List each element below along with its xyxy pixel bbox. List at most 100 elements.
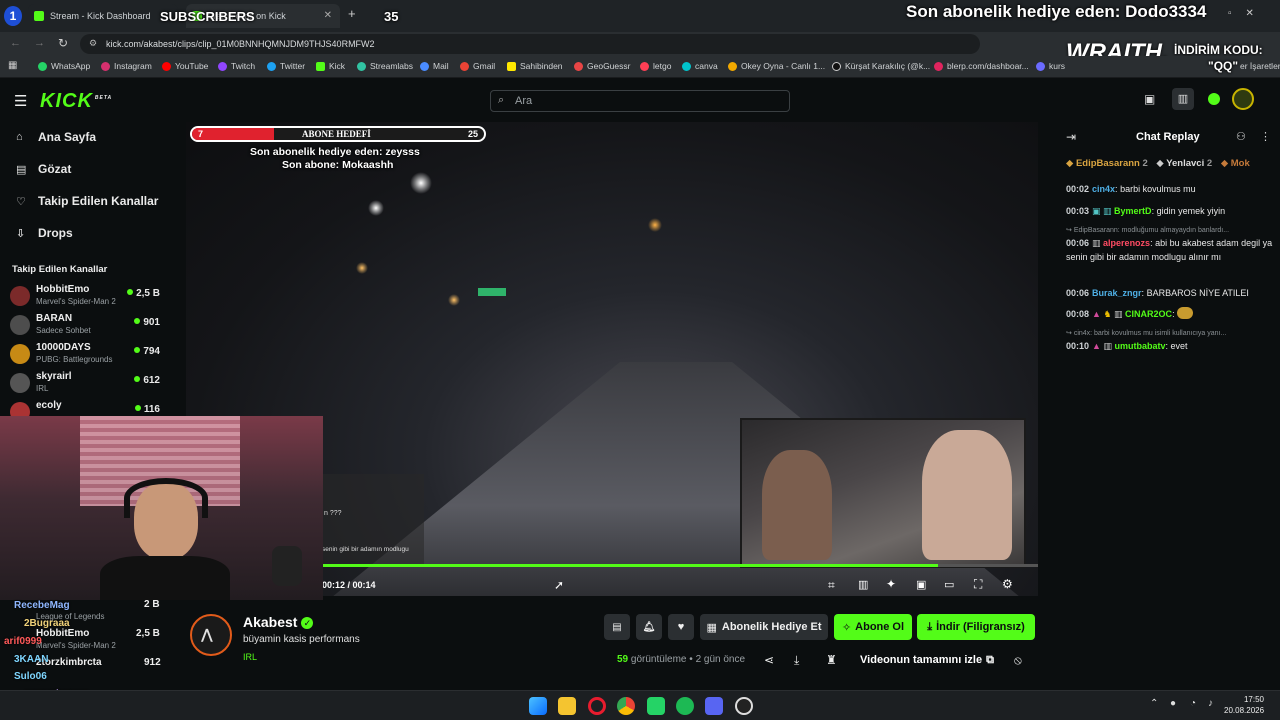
kick-logo[interactable]: KICK BETA — [40, 90, 112, 113]
followed-channel[interactable]: BARAN Sadece Sohbet 901 — [10, 311, 160, 339]
bookmark-canva[interactable]: canva — [682, 61, 718, 71]
bookmark-youtube[interactable]: YouTube — [162, 61, 208, 71]
spotify-icon[interactable] — [676, 697, 694, 715]
pip-icon[interactable]: ▣ — [916, 578, 926, 591]
channel-avatar[interactable]: ⋀ — [190, 614, 232, 656]
bookmark-letgo[interactable]: letgo — [640, 61, 671, 71]
sparkle-icon[interactable]: ✦ — [886, 577, 896, 591]
video-progress-track[interactable] — [322, 564, 1038, 567]
followed-channel[interactable]: 10000DAYS PUBG: Battlegrounds 794 — [10, 340, 160, 368]
file-explorer-icon[interactable] — [558, 697, 576, 715]
forward-icon[interactable]: → — [34, 37, 45, 49]
windows-start-icon[interactable] — [529, 697, 547, 715]
more-options-icon[interactable]: ⋮ — [1260, 130, 1271, 143]
bookmark-geoguessr[interactable]: GeoGuessr — [574, 61, 630, 71]
tray-chevron-icon[interactable]: ⌃ — [1150, 698, 1158, 709]
category-link[interactable]: IRL — [243, 652, 257, 662]
browser-tab-bar: 1 Stream - Kick Dashboard Watch clips on… — [0, 0, 1280, 32]
channel-name[interactable]: Akabest ✓ — [243, 614, 314, 630]
gifter-count: 2 — [1142, 158, 1148, 169]
last-gift-small: Son abonelik hediye eden: zeysss — [250, 146, 420, 158]
users-icon[interactable]: ⚇ — [1236, 130, 1246, 143]
save-icon[interactable]: ⤓ — [794, 653, 799, 668]
share-icon[interactable]: ⋖ — [764, 653, 774, 667]
nav-home[interactable]: ⌂ Ana Sayfa — [16, 130, 96, 144]
clip-icon[interactable]: ▣ — [1144, 92, 1155, 106]
collapse-chat-icon[interactable]: ⇥ — [1066, 130, 1076, 144]
subscribe-button[interactable]: ✧ Abone Ol — [834, 614, 912, 640]
opera-icon[interactable] — [588, 697, 606, 715]
microphone-icon[interactable]: ● — [1170, 698, 1176, 709]
search-input[interactable]: ⌕ Ara — [490, 90, 790, 112]
clip-crop-icon[interactable]: ⌗ — [828, 578, 835, 593]
bookmark-twitch[interactable]: Twitch — [218, 61, 255, 71]
bookmark-twitter[interactable]: Twitter — [267, 61, 305, 71]
notification-button[interactable]: 🔔︎ — [636, 614, 662, 640]
bookmark-gmail[interactable]: Gmail — [460, 61, 495, 71]
site-info-icon[interactable]: ⚙ — [89, 38, 97, 49]
street-light — [356, 262, 368, 274]
clip-title: büyamin kasis performans — [243, 634, 360, 645]
volume-icon[interactable]: ♪ — [1208, 698, 1213, 709]
bookmark-streamlabs[interactable]: Streamlabs — [357, 61, 413, 71]
obs-icon[interactable] — [735, 697, 753, 715]
reply-context: ↪ cin4x: barbi kovulmus mu isimli kullan… — [1066, 330, 1227, 337]
follow-button[interactable]: ♥ — [668, 614, 694, 640]
bookmark-other[interactable]: er İşaretleri — [1240, 61, 1280, 71]
dashboard-icon[interactable]: ▥ — [1172, 88, 1194, 110]
discord-icon[interactable] — [705, 697, 723, 715]
followed-channel[interactable]: skyrairl IRL 612 — [10, 369, 160, 397]
sub-goal-title: ABONE HEDEFİ — [302, 129, 371, 139]
fullscreen-icon[interactable]: ⛶ — [974, 577, 982, 592]
window-controls: ▫✕ — [1228, 8, 1268, 19]
wifi-icon[interactable]: ◔ — [1190, 698, 1196, 709]
nav-browse[interactable]: ▤ Gözat — [16, 162, 71, 176]
bookmark-whatsapp[interactable]: WhatsApp — [38, 61, 90, 71]
download-icon: ⤓ — [927, 620, 933, 633]
back-icon[interactable]: ← — [10, 37, 21, 49]
chat-toggle-button[interactable]: ▤ — [604, 614, 630, 640]
avatar[interactable] — [1232, 88, 1254, 110]
bookmark-okey[interactable]: Okey Oyna - Canlı 1... — [728, 61, 825, 71]
gifter-badge-icon: ◆ — [1220, 158, 1229, 169]
download-button[interactable]: ⤓ İndir (Filigransız) — [917, 614, 1035, 640]
url-input[interactable]: ⚙ kick.com/akabest/clips/clip_01M0BNNHQM… — [80, 34, 980, 54]
gift-sub-button[interactable]: ▦ Abonelik Hediye Et — [700, 614, 828, 640]
new-tab-button[interactable]: + — [348, 6, 356, 21]
apps-grid-icon[interactable]: ▦ — [8, 60, 17, 71]
heart-icon: ♥ — [677, 621, 685, 633]
followed-channel[interactable]: HobbitEmo Marvel's Spider-Man 2 2,5 B — [10, 282, 160, 310]
clock[interactable]: 17:50 20.08.2026 — [1224, 694, 1264, 716]
reload-icon[interactable]: ↻ — [58, 36, 68, 50]
watch-full-video-button[interactable]: Videonun tamamını izle ⧉ — [852, 648, 1002, 672]
bookmark-blerp[interactable]: blerp.com/dashboar... — [934, 61, 1029, 71]
star-icon: ✧ — [841, 621, 852, 634]
settings-icon[interactable]: ⚙ — [1002, 577, 1013, 591]
streamer-body — [100, 556, 230, 600]
captions-icon[interactable]: ▭ — [944, 578, 954, 591]
kick-coin-icon[interactable] — [1208, 93, 1220, 105]
tab-kick-dashboard[interactable]: Stream - Kick Dashboard — [28, 4, 178, 28]
gifter-badge-icon: ◆ — [1066, 158, 1074, 169]
stream-chat-user: Sulo06 — [14, 671, 47, 682]
chrome-icon[interactable] — [617, 697, 635, 715]
bookmark-mail[interactable]: Mail — [420, 61, 449, 71]
beta-badge: BETA — [94, 95, 113, 102]
nav-following[interactable]: ♡ Takip Edilen Kanallar — [16, 194, 158, 208]
external-link-icon: ⧉ — [986, 653, 994, 666]
bookmark-tiktok[interactable]: Kürşat Karakılıç (@k... — [832, 61, 930, 71]
bookmark-sahibinden[interactable]: Sahibinden — [507, 61, 563, 71]
report-icon[interactable]: ♜ — [826, 653, 837, 667]
badge-icon: ▥ — [1114, 309, 1126, 319]
ghost-chat-line: n ??? — [324, 510, 342, 517]
theater-icon[interactable]: ▥ — [858, 578, 868, 591]
close-icon[interactable]: ✕ — [324, 10, 332, 21]
hide-icon[interactable]: ⦸ — [1014, 653, 1022, 668]
bookmark-instagram[interactable]: Instagram — [101, 61, 152, 71]
discount-label: İNDİRİM KODU: — [1174, 43, 1263, 57]
nav-drops[interactable]: ⇩ Drops — [16, 226, 73, 240]
whatsapp-icon[interactable] — [647, 697, 665, 715]
bookmark-kick[interactable]: Kick — [316, 61, 345, 71]
bookmark-kurs[interactable]: kurs — [1036, 61, 1065, 71]
menu-icon[interactable]: ☰ — [14, 92, 27, 110]
